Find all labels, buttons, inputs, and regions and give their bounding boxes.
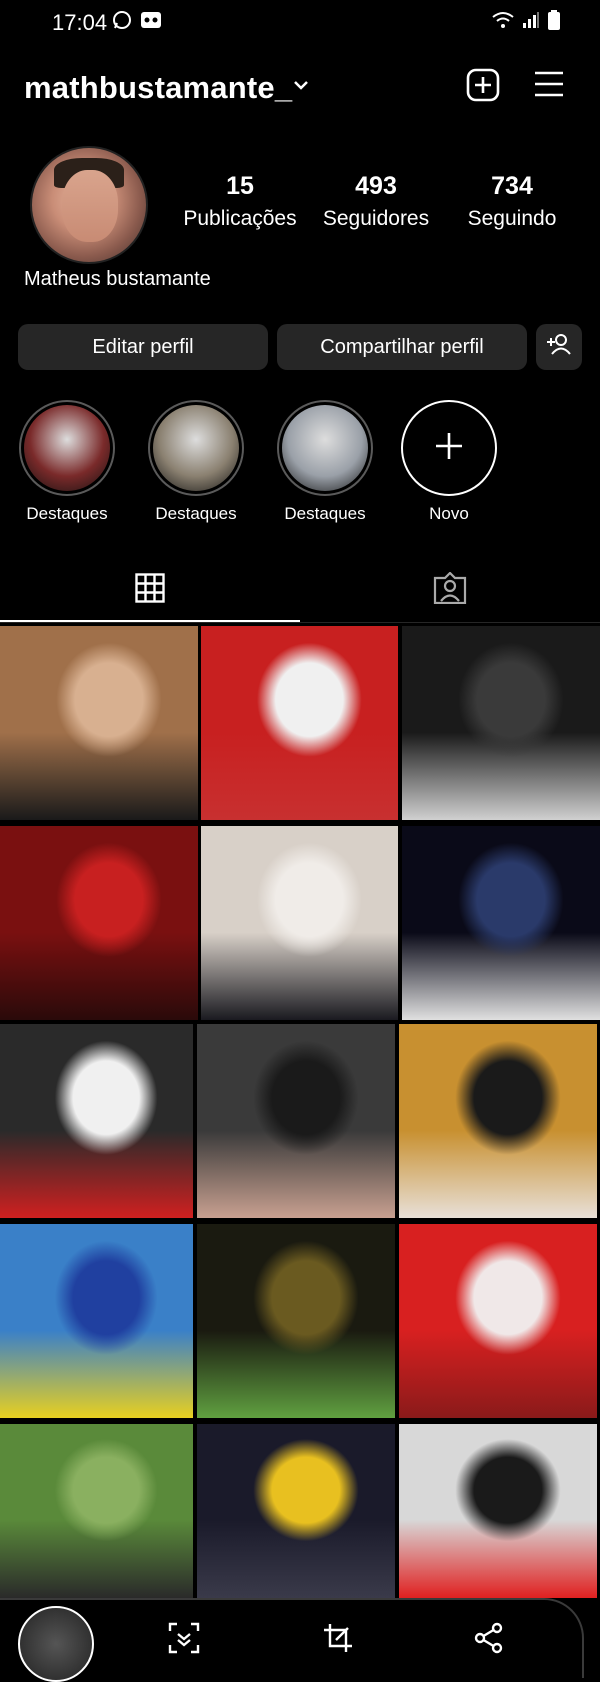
post-thumbnail[interactable]	[0, 1424, 193, 1598]
post-thumbnail[interactable]	[197, 1024, 395, 1218]
status-bar: 17:04	[0, 0, 600, 46]
post-thumbnail[interactable]	[402, 626, 600, 820]
create-post-button[interactable]	[466, 68, 500, 107]
stat-following[interactable]: 734 Seguindo	[442, 172, 582, 231]
stat-posts[interactable]: 15 Publicações	[170, 172, 310, 231]
highlight-cover	[24, 405, 110, 491]
tagged-person-icon	[433, 570, 467, 609]
discover-people-button[interactable]	[536, 324, 582, 370]
new-highlight-button[interactable]: Novo	[397, 400, 501, 524]
highlight-item[interactable]: Destaques	[15, 400, 119, 524]
stat-posts-value: 15	[226, 172, 254, 200]
profile-tabs	[0, 560, 600, 624]
stat-posts-label: Publicações	[183, 207, 297, 230]
screenshot-thumbnail[interactable]	[18, 1606, 94, 1682]
post-thumbnail[interactable]	[197, 1224, 395, 1418]
post-thumbnail[interactable]	[399, 1424, 597, 1598]
plus-icon	[434, 431, 464, 466]
screenshot-toolbar	[0, 1598, 584, 1682]
edit-crop-icon[interactable]	[322, 1622, 354, 1659]
post-thumbnail[interactable]	[0, 826, 198, 1020]
tab-tagged[interactable]	[300, 560, 600, 620]
highlight-cover	[282, 405, 368, 491]
grid-icon	[135, 572, 165, 608]
scroll-capture-icon[interactable]	[168, 1622, 200, 1659]
stat-following-label: Seguindo	[467, 207, 557, 230]
post-thumbnail[interactable]	[0, 1024, 193, 1218]
post-thumbnail[interactable]	[197, 1424, 395, 1598]
username[interactable]: mathbustamante_	[24, 70, 292, 106]
post-thumbnail[interactable]	[0, 626, 198, 820]
stat-followers-value: 493	[355, 172, 397, 200]
menu-icon[interactable]	[534, 70, 564, 103]
stat-following-value: 734	[491, 172, 533, 200]
whatsapp-icon	[112, 10, 132, 35]
add-person-icon	[546, 333, 572, 361]
highlight-label: Destaques	[155, 504, 237, 523]
tab-posts-grid[interactable]	[0, 560, 300, 620]
post-thumbnail[interactable]	[399, 1024, 597, 1218]
new-highlight-label: Novo	[429, 504, 469, 523]
post-thumbnail[interactable]	[402, 826, 600, 1020]
status-time: 17:04	[52, 10, 108, 35]
profile-avatar[interactable]	[30, 146, 148, 264]
highlight-item[interactable]: Destaques	[144, 400, 248, 524]
post-thumbnail[interactable]	[399, 1224, 597, 1418]
highlight-label: Destaques	[284, 504, 366, 523]
post-thumbnail[interactable]	[201, 626, 398, 820]
wifi-icon	[492, 11, 514, 34]
voicemail-icon	[140, 10, 162, 35]
post-thumbnail[interactable]	[201, 826, 398, 1020]
share-profile-button[interactable]: Compartilhar perfil	[277, 324, 527, 370]
share-icon[interactable]	[474, 1622, 504, 1659]
battery-icon	[548, 10, 560, 35]
chevron-down-icon[interactable]	[292, 76, 310, 99]
edit-profile-button[interactable]: Editar perfil	[18, 324, 268, 370]
highlight-label: Destaques	[26, 504, 108, 523]
stat-followers[interactable]: 493 Seguidores	[306, 172, 446, 231]
stat-followers-label: Seguidores	[322, 207, 430, 230]
highlight-item[interactable]: Destaques	[273, 400, 377, 524]
highlight-cover	[153, 405, 239, 491]
story-highlights: Destaques Destaques Destaques Novo	[0, 400, 600, 530]
signal-icon	[522, 11, 540, 34]
full-name: Matheus bustamante	[24, 268, 211, 290]
post-thumbnail[interactable]	[0, 1224, 193, 1418]
profile-header: mathbustamante_	[0, 60, 600, 116]
